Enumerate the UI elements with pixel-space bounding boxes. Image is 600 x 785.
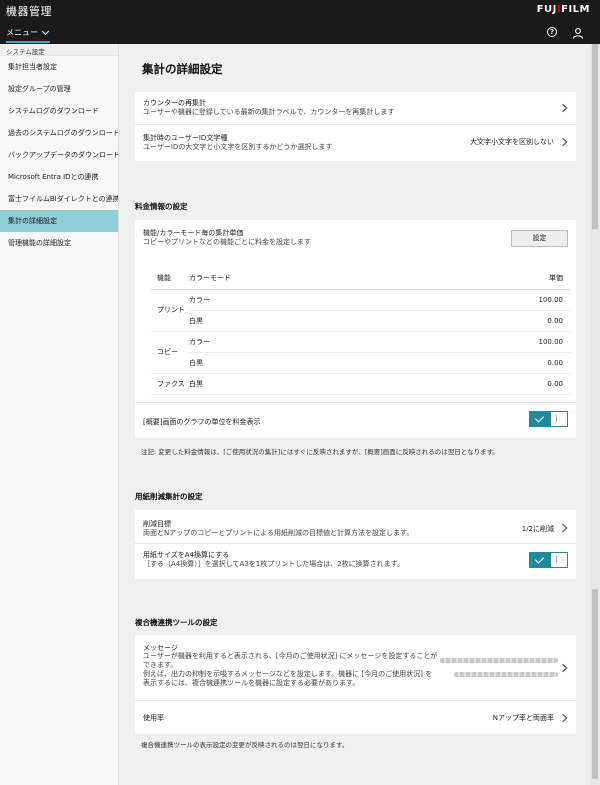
tool-section-title: 複合機連携ツールの設定 bbox=[135, 618, 218, 627]
chevron-right-icon bbox=[558, 713, 568, 723]
function-cell: プリント bbox=[151, 289, 189, 332]
table-row: 白黒 0.00 bbox=[151, 310, 571, 332]
sidebar-item-setting-groups[interactable]: 設定グループの管理 bbox=[0, 78, 118, 100]
price-cell: 0.00 bbox=[404, 373, 571, 395]
unit-price-set-button[interactable]: 設定 bbox=[511, 230, 568, 247]
scroll-thumb[interactable] bbox=[592, 44, 598, 229]
pricing-card: 機能/カラーモード毎の集計単価 コピーやプリントなどの機能ごとに料金を設定します… bbox=[135, 220, 576, 438]
sidebar-item-past-log-download[interactable]: 過去のシステムログのダウンロード bbox=[0, 122, 118, 144]
userid-case-description: ユーザーIDの大文字と小文字を区別するかどうか選択します bbox=[143, 143, 333, 151]
message-row[interactable]: メッセージ ユーザーが機器を利用すると表示される、[今月のご使用状況] にメッセ… bbox=[135, 635, 576, 701]
pricing-note: 注記: 変更した料金情報は、[ご使用状況の集計]にはすぐに反映されますが、[概要… bbox=[141, 448, 499, 456]
graph-unit-toggle[interactable] bbox=[529, 411, 568, 427]
recount-row[interactable]: カウンターの再集計 ユーザーや機器に登録している最新の集計ラベルで、カウンターを… bbox=[135, 92, 576, 125]
usage-rate-row[interactable]: 使用率 Nアップ率と両面率 bbox=[135, 701, 576, 734]
sidebar-item-backup-download[interactable]: バックアップデータのダウンロード bbox=[0, 144, 118, 166]
recount-description: ユーザーや機器に登録している最新の集計ラベルで、カウンターを再集計します bbox=[143, 108, 395, 116]
a4-conversion-row: 用紙サイズをA4換算にする ［する（A4換算）］を選択してA3を1枚プリントした… bbox=[135, 544, 576, 579]
chevron-right-icon bbox=[558, 103, 568, 113]
sidebar-section-title: システム設定 bbox=[0, 44, 118, 56]
app-title: 機器管理 bbox=[6, 5, 52, 18]
toggle-knob bbox=[556, 415, 557, 422]
price-cell: 0.00 bbox=[404, 352, 571, 374]
blurred-message-value bbox=[454, 672, 558, 677]
column-header-price: 単価 bbox=[404, 268, 571, 290]
sidebar-item-counter-details[interactable]: 集計の詳細設定 bbox=[0, 210, 118, 232]
sidebar: システム設定 集計担当者設定 設定グループの管理 システムログのダウンロード 過… bbox=[0, 44, 119, 785]
menu-label: メニュー bbox=[6, 28, 38, 37]
color-mode-cell: 白黒 bbox=[189, 310, 405, 332]
main-content: 集計の詳細設定 カウンターの再集計 ユーザーや機器に登録している最新の集計ラベル… bbox=[119, 44, 590, 785]
sidebar-item-counter-admin[interactable]: 集計担当者設定 bbox=[0, 56, 118, 78]
a4-conversion-toggle[interactable] bbox=[529, 552, 568, 568]
sidebar-item-entra-id[interactable]: Microsoft Entra IDとの連携 bbox=[0, 166, 118, 188]
column-header-function: 機能 bbox=[151, 268, 189, 290]
table-row: プリント カラー 100.00 bbox=[151, 289, 571, 332]
a4-conversion-description: ［する（A4換算）］を選択してA3を1枚プリントした場合は、2枚に換算されます。 bbox=[143, 560, 404, 568]
sidebar-item-admin-details[interactable]: 管理機能の詳細設定 bbox=[0, 232, 118, 254]
function-cell: コピー bbox=[151, 331, 189, 374]
table-row: 白黒 0.00 bbox=[151, 352, 571, 374]
reduction-target-description: 両面とNアップのコピーとプリントによる用紙削減の目標値と計算方法を設定します。 bbox=[143, 529, 414, 537]
message-description-line-1: ユーザーが機器を利用すると表示される、[今月のご使用状況] にメッセージを設定す… bbox=[143, 652, 438, 660]
unit-price-description: コピーやプリントなどの機能ごとに料金を設定します bbox=[143, 238, 311, 246]
fujifilm-logo: FUJIFILM bbox=[536, 4, 590, 15]
chevron-down-icon bbox=[41, 27, 50, 35]
table-row: コピー カラー 100.00 bbox=[151, 331, 571, 374]
general-settings-card: カウンターの再集計 ユーザーや機器に登録している最新の集計ラベルで、カウンターを… bbox=[135, 92, 576, 161]
top-bar: 機器管理 FUJIFILM メニュー ? bbox=[0, 0, 600, 44]
color-mode-cell: カラー bbox=[189, 331, 405, 353]
color-mode-cell: 白黒 bbox=[189, 373, 405, 395]
scroll-thumb-lower[interactable] bbox=[592, 589, 598, 779]
main-scrollbar[interactable] bbox=[590, 44, 600, 785]
divider bbox=[135, 402, 576, 403]
user-icon[interactable] bbox=[572, 27, 584, 39]
column-header-color-mode: カラーモード bbox=[189, 268, 405, 290]
price-cell: 100.00 bbox=[404, 289, 571, 311]
chevron-right-icon bbox=[558, 663, 568, 673]
page-title: 集計の詳細設定 bbox=[142, 62, 223, 76]
chevron-right-icon bbox=[558, 137, 568, 147]
userid-case-value: 大文字小文字を区別しない bbox=[470, 138, 554, 146]
table-row: ファクス 白黒 0.00 bbox=[151, 373, 571, 395]
paper-section-title: 用紙削減集計の設定 bbox=[135, 492, 203, 501]
blurred-message-value bbox=[440, 658, 558, 663]
pricing-section-title: 料金情報の設定 bbox=[135, 202, 188, 211]
price-cell: 100.00 bbox=[404, 331, 571, 353]
color-mode-cell: 白黒 bbox=[189, 352, 405, 374]
reduction-target-row[interactable]: 削減目標 両面とNアップのコピーとプリントによる用紙削減の目標値と計算方法を設定… bbox=[135, 510, 576, 544]
chevron-right-icon bbox=[558, 523, 568, 533]
tool-card: メッセージ ユーザーが機器を利用すると表示される、[今月のご使用状況] にメッセ… bbox=[135, 635, 576, 734]
function-cell: ファクス bbox=[151, 373, 189, 395]
userid-case-row[interactable]: 集計時のユーザーID文字種 ユーザーIDの大文字と小文字を区別するかどうか選択し… bbox=[135, 125, 576, 161]
price-cell: 0.00 bbox=[404, 310, 571, 332]
toggle-knob bbox=[556, 556, 557, 563]
message-description-line-4: 表示するには、複合機連携ツールを機器に設定する必要があります。 bbox=[143, 679, 360, 687]
graph-unit-toggle-label: [概要]画面のグラフの単位を料金表示 bbox=[143, 418, 261, 426]
usage-rate-label: 使用率 bbox=[143, 714, 164, 722]
sidebar-item-system-log-download[interactable]: システムログのダウンロード bbox=[0, 100, 118, 122]
reduction-target-value: 1/2に削減 bbox=[521, 525, 554, 533]
usage-rate-value: Nアップ率と両面率 bbox=[492, 714, 554, 722]
sidebar-item-bi-direct[interactable]: 富士フイルムBIダイレクトとの連携 bbox=[0, 188, 118, 210]
paper-card: 削減目標 両面とNアップのコピーとプリントによる用紙削減の目標値と計算方法を設定… bbox=[135, 510, 576, 579]
help-icon[interactable]: ? bbox=[547, 27, 557, 37]
color-mode-cell: カラー bbox=[189, 289, 405, 311]
tool-note: 複合機連携ツールの表示設定の変更が反映されるのは翌日になります。 bbox=[141, 741, 349, 749]
unit-price-table: 機能 カラーモード 単価 プリント カラー 100.00 白黒 0.00 コピー… bbox=[151, 268, 571, 395]
menu-button[interactable]: メニュー bbox=[6, 27, 50, 43]
